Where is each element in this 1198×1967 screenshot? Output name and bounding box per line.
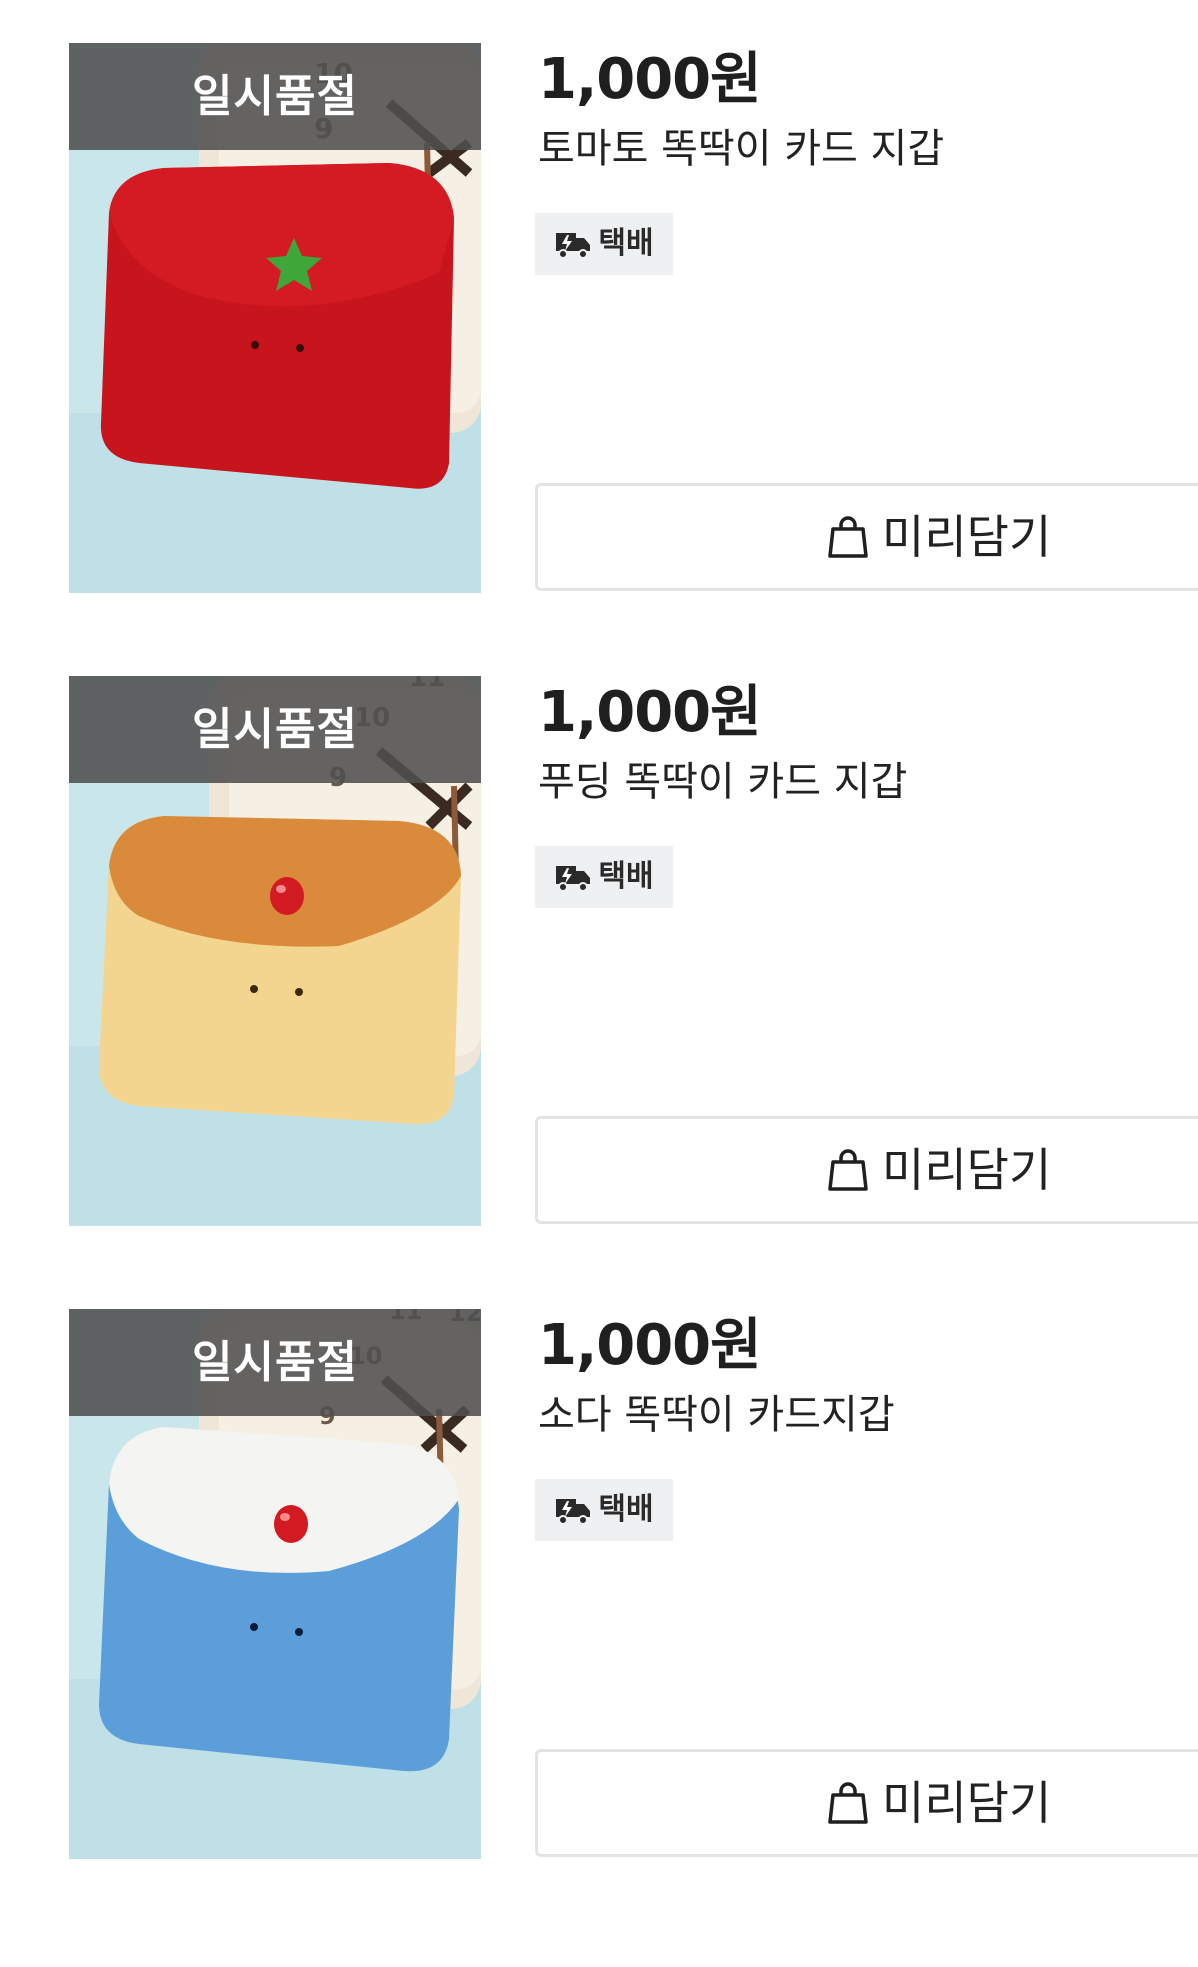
product-price: 1,000원 [538, 1313, 762, 1378]
product-image[interactable]: 11 12 10 9 일시품절 [69, 1309, 481, 1859]
pre-cart-button[interactable]: 미리담기 [535, 1116, 1198, 1224]
product-image[interactable]: 10 9 일시품절 [69, 43, 481, 593]
pre-cart-label: 미리담기 [882, 510, 1052, 564]
delivery-truck-icon [556, 866, 591, 892]
product-price: 1,000원 [538, 47, 762, 112]
delivery-label: 택배 [598, 1492, 654, 1527]
delivery-badge: 택배 [535, 846, 673, 908]
soldout-overlay: 일시품절 [69, 676, 481, 783]
product-title[interactable]: 푸딩 똑딱이 카드 지갑 [538, 754, 907, 810]
pre-cart-button[interactable]: 미리담기 [535, 1749, 1198, 1857]
shopping-bag-icon [828, 1782, 868, 1824]
delivery-truck-icon [556, 1499, 591, 1525]
delivery-badge: 택배 [535, 213, 673, 275]
delivery-label: 택배 [598, 226, 654, 261]
pre-cart-button[interactable]: 미리담기 [535, 483, 1198, 591]
product-title[interactable]: 토마토 똑딱이 카드 지갑 [538, 121, 944, 177]
product-price: 1,000원 [538, 680, 762, 745]
soldout-overlay: 일시품절 [69, 1309, 481, 1416]
product-image[interactable]: 11 10 9 일시품절 [69, 676, 481, 1226]
product-card[interactable]: 10 9 일시품절 1,000원 토마토 똑딱이 카드 지갑 택배 [0, 43, 1198, 603]
shopping-bag-icon [828, 516, 868, 558]
delivery-label: 택배 [598, 859, 654, 894]
delivery-badge: 택배 [535, 1479, 673, 1541]
pre-cart-label: 미리담기 [882, 1143, 1052, 1197]
delivery-truck-icon [556, 233, 591, 259]
product-card[interactable]: 11 10 9 일시품절 1,000원 푸딩 똑딱이 카드 지갑 택배 [0, 676, 1198, 1236]
product-title[interactable]: 소다 똑딱이 카드지갑 [538, 1387, 895, 1443]
soldout-overlay: 일시품절 [69, 43, 481, 150]
pre-cart-label: 미리담기 [882, 1776, 1052, 1830]
shopping-bag-icon [828, 1149, 868, 1191]
product-card[interactable]: 11 12 10 9 일시품절 1,000원 소다 똑딱이 카드지갑 택배 [0, 1309, 1198, 1869]
